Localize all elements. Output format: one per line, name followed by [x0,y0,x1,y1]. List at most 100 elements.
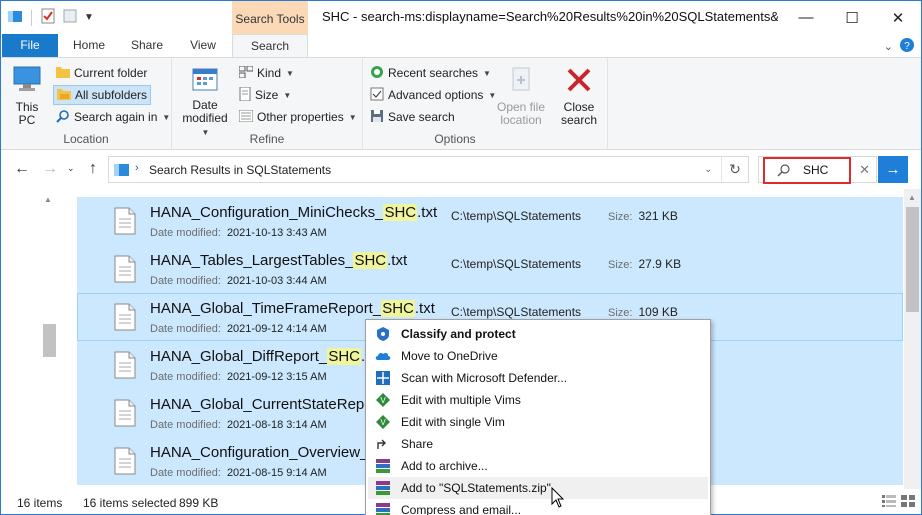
text-file-icon [114,207,136,238]
file-name: HANA_Global_CurrentStateReport_ [150,396,391,413]
size-icon [239,86,251,104]
dropdown-arrow-icon: ▼ [483,68,491,78]
menu-item-add-to-zip[interactable]: Add to "SQLStatements.zip" [368,477,708,499]
size-button[interactable]: Size ▼ [236,85,294,105]
help-icon[interactable]: ? [899,37,915,56]
menu-item-scan-with-defender[interactable]: Scan with Microsoft Defender... [368,367,708,389]
ribbon: This PC Current folder All subfolders Se… [1,57,921,150]
vim-icon: V [368,393,398,407]
all-subfolders-button[interactable]: All subfolders [53,85,152,105]
menu-item-compress-and-email[interactable]: Compress and email... [368,499,708,515]
file-location: C:\temp\SQLStatements [451,209,582,223]
tab-search[interactable]: Search [232,34,308,58]
open-file-location-button[interactable]: Open file location [495,66,547,127]
back-arrow-icon[interactable]: ← [14,160,30,178]
context-menu: Classify and protect Move to OneDrive Sc… [365,319,711,515]
search-icon [777,163,791,180]
defender-icon [368,371,398,385]
kind-icon [238,65,254,81]
breadcrumb[interactable]: Search Results in SQLStatements [149,163,331,177]
up-arrow-icon[interactable]: ↑ [89,160,97,178]
file-location: C:\temp\SQLStatements [451,305,582,319]
recent-searches-icon [370,65,384,82]
selected-count: 16 items selected [83,496,177,510]
ribbon-tabs: File Home Share View Search ⌄ ? [1,34,921,58]
menu-item-edit-multiple-vims[interactable]: V Edit with multiple Vims [368,389,708,411]
chevron-down-icon[interactable]: ⌄ [884,40,893,53]
ribbon-tabs-right: ⌄ ? [884,37,915,56]
recent-searches-button[interactable]: Recent searches ▼ [367,63,494,83]
result-row[interactable]: HANA_Configuration_MiniChecks_SHC.txt Da… [77,197,903,245]
file-name: HANA_Configuration_Overview_S [150,444,381,461]
tab-home[interactable]: Home [63,34,115,57]
menu-item-share[interactable]: Share [368,433,708,455]
close-window-button[interactable]: ✕ [875,1,921,34]
menu-item-move-to-onedrive[interactable]: Move to OneDrive [368,345,708,367]
new-folder-icon[interactable] [62,8,78,27]
refine-group-label: Refine [249,132,285,146]
classify-icon [368,326,398,342]
refresh-icon[interactable]: ↻ [721,157,748,182]
text-file-icon [114,351,136,382]
kind-button[interactable]: Kind ▼ [236,63,297,83]
minimize-button[interactable]: — [783,1,829,34]
mouse-cursor-icon [551,486,565,512]
recent-locations-chevron-icon[interactable]: ⌄ [67,163,75,174]
maximize-button[interactable]: ☐ [829,1,875,34]
scroll-up-icon[interactable]: ▲ [44,195,52,204]
share-icon [368,437,398,451]
file-size: Size: 109 KB [608,305,678,319]
save-search-button[interactable]: Save search [367,107,458,127]
advanced-options-button[interactable]: Advanced options ▼ [367,85,499,105]
window-controls: — ☐ ✕ [783,1,921,34]
calendar-icon [176,66,234,95]
current-folder-button[interactable]: Current folder [53,63,150,83]
large-icons-view-icon[interactable] [901,495,915,510]
search-box[interactable]: SHC ✕ [758,156,877,184]
text-file-icon [114,447,136,478]
scroll-up-icon[interactable]: ▲ [908,193,916,202]
menu-item-edit-single-vim[interactable]: V Edit with single Vim [368,411,708,433]
explorer-icon [7,8,23,27]
options-group-label: Options [434,132,476,146]
search-input[interactable]: SHC [803,163,828,177]
file-name: HANA_Global_DiffReport_SHC.txt [150,348,381,365]
this-pc-button[interactable]: This PC [7,64,47,127]
forward-arrow-icon[interactable]: → [42,160,58,178]
result-row[interactable]: HANA_Tables_LargestTables_SHC.txt Date m… [77,245,903,293]
scrollbar-thumb[interactable] [906,207,919,312]
clear-search-icon[interactable]: ✕ [859,162,870,178]
svg-text:?: ? [904,41,910,52]
tab-share[interactable]: Share [121,34,173,57]
file-date: Date modified: 2021-09-12 4:14 AM [150,323,327,335]
address-dropdown-icon[interactable]: ⌄ [704,164,712,175]
text-file-icon [114,255,136,286]
tab-view[interactable]: View [179,34,227,57]
results-scrollbar[interactable]: ▲ [904,189,921,489]
details-view-icon[interactable] [882,495,896,510]
qat-dropdown-icon[interactable]: ▼ [84,12,94,23]
location-group: This PC Current folder All subfolders Se… [1,58,172,150]
date-modified-button[interactable]: Date modified ▼ [176,66,234,139]
menu-item-add-to-archive[interactable]: Add to archive... [368,455,708,477]
search-icon [56,109,70,126]
properties-icon[interactable] [40,8,56,27]
dropdown-arrow-icon: ▼ [348,112,357,122]
tab-file[interactable]: File [2,34,58,57]
winrar-icon [368,481,398,495]
search-again-in-button[interactable]: Search again in ▼ [53,107,173,127]
folder-icon [56,66,70,81]
close-search-button[interactable]: Close search [556,66,602,127]
file-date: Date modified: 2021-10-13 3:43 AM [150,227,327,239]
selected-size: 899 KB [179,496,219,510]
menu-item-classify-and-protect[interactable]: Classify and protect [368,323,708,345]
search-go-button[interactable]: → [878,156,908,183]
navigation-pane-scrollbar[interactable]: ▲ [41,189,58,489]
file-size: Size: 321 KB [608,209,678,223]
qat-separator [31,9,32,26]
address-bar[interactable]: › Search Results in SQLStatements ⌄ ↻ [108,156,749,183]
scrollbar-thumb[interactable] [43,324,56,357]
other-properties-button[interactable]: Other properties ▼ [236,107,360,127]
navigation-bar: ← → ⌄ ↑ › Search Results in SQLStatement… [1,151,921,189]
file-name: HANA_Tables_LargestTables_SHC.txt [150,252,408,269]
